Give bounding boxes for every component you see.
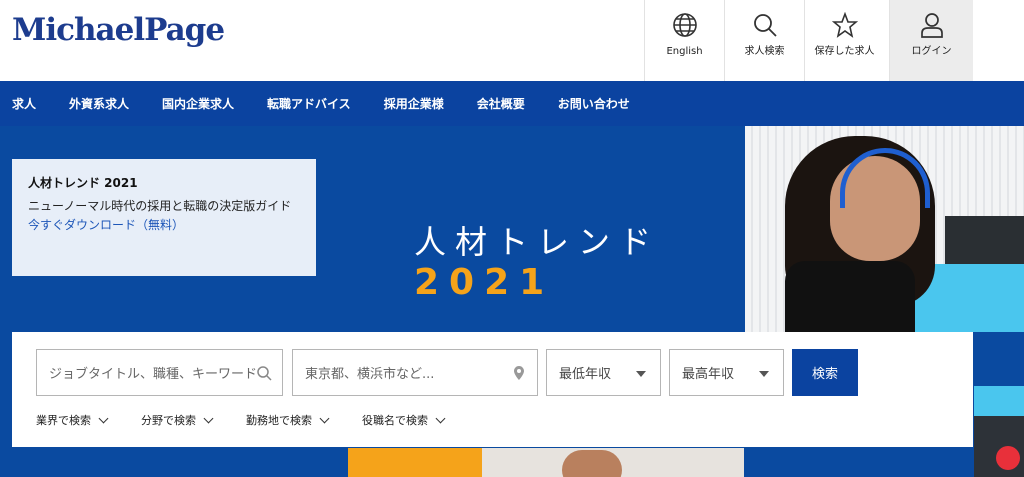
chevron-down-icon <box>435 413 446 423</box>
filter-field-label: 分野で検索 <box>141 414 196 427</box>
nav-item-domestic-jobs[interactable]: 国内企業求人 <box>162 95 234 112</box>
min-salary-value: 最低年収 <box>559 367 612 382</box>
promo-subtitle: ニューノーマル時代の採用と転職の決定版ガイド <box>28 199 292 213</box>
nav-item-about[interactable]: 会社概要 <box>477 95 525 112</box>
filter-field[interactable]: 分野で検索 <box>141 412 214 428</box>
hero-headline: 人材トレンド <box>414 223 661 261</box>
saved-jobs-label: 保存した求人 <box>814 46 875 57</box>
keyword-input[interactable]: ジョブタイトル、職種、キーワード など <box>36 349 283 396</box>
job-search-label: 求人検索 <box>744 46 785 57</box>
job-search-button[interactable]: 求人検索 <box>724 0 804 81</box>
login-label: ログイン <box>911 46 952 57</box>
max-salary-value: 最高年収 <box>682 367 735 382</box>
nav-item-jobs[interactable]: 求人 <box>12 95 36 112</box>
chevron-down-icon <box>203 413 214 423</box>
search-submit-button[interactable]: 検索 <box>792 349 858 396</box>
nav-item-career-advice[interactable]: 転職アドバイス <box>267 95 351 112</box>
search-panel: ジョブタイトル、職種、キーワード など 東京都、横浜市など... 最低年収 最高… <box>12 332 973 447</box>
chevron-down-icon <box>98 413 109 423</box>
promo-title: 人材トレンド 2021 <box>28 176 138 190</box>
chevron-down-icon <box>636 371 646 377</box>
site-header: MichaelPage English 求人検索 保存した求人 ログイン <box>0 0 1024 81</box>
search-filters: 業界で検索 分野で検索 勤務地で検索 役職名で検索 <box>36 412 478 428</box>
secondary-photo <box>482 448 744 477</box>
chevron-down-icon <box>319 413 330 423</box>
keyword-placeholder: ジョブタイトル、職種、キーワード など <box>49 367 259 382</box>
chevron-down-icon <box>759 371 769 377</box>
filter-industry-label: 業界で検索 <box>36 414 91 427</box>
login-button[interactable]: ログイン <box>889 0 973 81</box>
logo[interactable]: MichaelPage <box>12 12 225 48</box>
location-placeholder: 東京都、横浜市など... <box>305 367 435 382</box>
language-button[interactable]: English <box>644 0 724 81</box>
filter-title-label: 役職名で検索 <box>362 414 428 427</box>
location-input[interactable]: 東京都、横浜市など... <box>292 349 538 396</box>
star-icon <box>831 12 858 38</box>
map-pin-icon <box>514 366 524 380</box>
promo-card[interactable]: 人材トレンド 2021 ニューノーマル時代の採用と転職の決定版ガイド 今すぐダウ… <box>12 159 316 276</box>
max-salary-select[interactable]: 最高年収 <box>669 349 784 396</box>
nav-item-foreign-jobs[interactable]: 外資系求人 <box>69 95 129 112</box>
filter-industry[interactable]: 業界で検索 <box>36 412 109 428</box>
search-icon <box>753 14 777 37</box>
nav-item-employers[interactable]: 採用企業様 <box>384 95 444 112</box>
decor-block <box>348 448 482 477</box>
globe-icon <box>672 13 697 37</box>
chat-bubble-icon[interactable] <box>996 446 1020 470</box>
search-icon <box>257 366 272 381</box>
main-nav: 求人 外資系求人 国内企業求人 転職アドバイス 採用企業様 会社概要 お問い合わ… <box>0 81 1024 126</box>
hero-photo <box>745 126 1024 332</box>
hero-year: 2021 <box>414 262 555 303</box>
language-label: English <box>666 46 703 57</box>
filter-location-label: 勤務地で検索 <box>246 414 312 427</box>
saved-jobs-button[interactable]: 保存した求人 <box>804 0 884 81</box>
nav-item-contact[interactable]: お問い合わせ <box>558 95 630 112</box>
hero-banner: 人材トレンド 2021 ニューノーマル時代の採用と転職の決定版ガイド 今すぐダウ… <box>0 126 1024 477</box>
filter-location[interactable]: 勤務地で検索 <box>246 412 330 428</box>
min-salary-select[interactable]: 最低年収 <box>546 349 661 396</box>
user-icon <box>920 13 943 38</box>
filter-title[interactable]: 役職名で検索 <box>362 412 446 428</box>
promo-download-link[interactable]: 今すぐダウンロード（無料） <box>28 216 300 233</box>
